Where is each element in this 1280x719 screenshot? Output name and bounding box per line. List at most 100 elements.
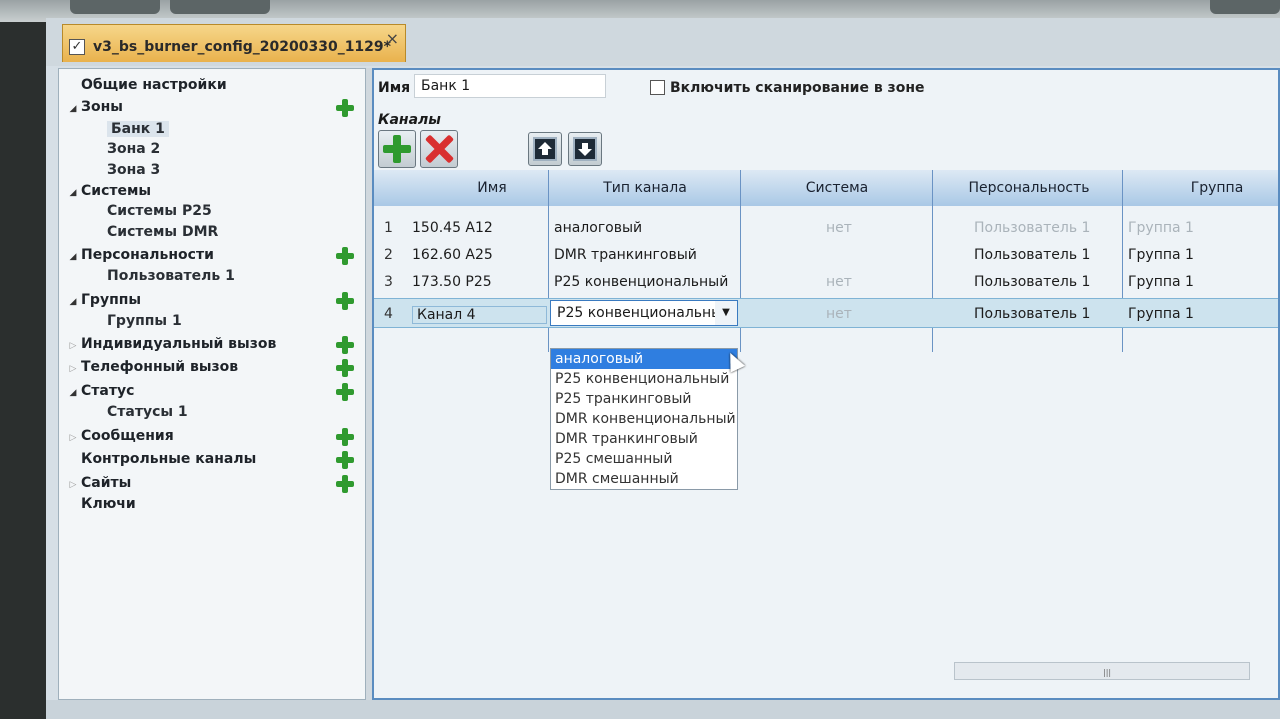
collapse-arrow-icon[interactable]: ◢ <box>65 297 81 307</box>
cell-group[interactable]: Группа 1 <box>1128 220 1194 236</box>
plus-icon[interactable] <box>335 98 355 118</box>
collapse-arrow-icon[interactable]: ◢ <box>65 388 81 398</box>
document-tab-bar: ✓ v3_bs_burner_config_20200330_1129* × <box>46 18 1280 66</box>
plus-icon[interactable] <box>335 291 355 311</box>
tree-node[interactable]: ▷ Телефонный вызов <box>65 359 239 379</box>
zone-editor-panel: Имя Банк 1 Включить сканирование в зоне … <box>372 68 1280 700</box>
chevron-down-icon[interactable]: ▼ <box>715 301 737 325</box>
move-down-button[interactable] <box>568 132 602 166</box>
cell-name[interactable]: Канал 4 <box>412 306 547 324</box>
tree-node[interactable]: ▷ Сайты <box>65 475 132 495</box>
scan-checkbox-label: Включить сканирование в зоне <box>670 80 925 96</box>
scrollbar-grip-icon[interactable]: ||| <box>1103 668 1111 677</box>
dropdown-option[interactable]: аналоговый <box>551 349 737 369</box>
horizontal-scrollbar[interactable]: ||| <box>954 662 1250 680</box>
tree-node[interactable]: ▷ Индивидуальный вызов <box>65 336 277 356</box>
column-header-type[interactable]: Тип канала <box>550 180 740 196</box>
expand-arrow-icon[interactable]: ▷ <box>65 433 81 443</box>
tree-child-node[interactable]: Статусы 1 <box>107 404 188 424</box>
collapse-arrow-icon[interactable]: ◢ <box>65 188 81 198</box>
tree-child-node[interactable]: Пользователь 1 <box>107 268 235 288</box>
cell-personality[interactable]: Пользователь 1 <box>974 274 1090 290</box>
plus-icon[interactable] <box>335 335 355 355</box>
collapse-arrow-icon[interactable]: ◢ <box>65 252 81 262</box>
plus-icon[interactable] <box>335 358 355 378</box>
collapse-arrow-icon[interactable]: ◢ <box>65 104 81 114</box>
document-tab[interactable]: ✓ v3_bs_burner_config_20200330_1129* × <box>62 24 406 62</box>
plus-icon[interactable] <box>335 382 355 402</box>
channels-grid: Имя Тип канала Система Персональность Гр… <box>374 170 1278 360</box>
dropdown-option[interactable]: P25 смешанный <box>551 449 737 469</box>
column-header-group[interactable]: Группа <box>1124 180 1280 196</box>
cell-name[interactable]: 150.45 A12 <box>412 220 493 236</box>
tree-node[interactable]: ▷ Сообщения <box>65 428 174 448</box>
cell-type[interactable]: P25 конвенциональный <box>554 274 728 290</box>
cell-personality[interactable]: Пользователь 1 <box>974 247 1090 263</box>
window-control[interactable] <box>1210 0 1280 14</box>
tree-child-node[interactable]: Зона 2 <box>107 141 160 161</box>
cell-group[interactable]: Группа 1 <box>1128 306 1194 322</box>
tree-node[interactable]: ◢ Группы <box>65 292 142 312</box>
cell-type[interactable]: аналоговый <box>554 220 642 236</box>
table-row[interactable]: 1 150.45 A12 аналоговый нет Пользователь… <box>374 216 1278 242</box>
dropdown-option[interactable]: P25 конвенциональный <box>551 369 737 389</box>
plus-icon[interactable] <box>335 474 355 494</box>
table-row-selected[interactable]: 4 Канал 4 P25 конвенциональнь ▼ нет Поль… <box>374 298 1278 328</box>
row-number: 1 <box>384 220 393 236</box>
grid-header: Имя Тип канала Система Персональность Гр… <box>374 170 1278 206</box>
cell-personality[interactable]: Пользователь 1 <box>974 220 1090 236</box>
tree-node[interactable]: ◢ Системы <box>65 183 152 203</box>
dropdown-option[interactable]: DMR транкинговый <box>551 429 737 449</box>
tree-node[interactable]: Ключи <box>65 496 136 516</box>
tree-node[interactable]: ◢ Зоны <box>65 99 123 119</box>
tree-child-node[interactable]: Группы 1 <box>107 313 182 333</box>
zone-name-input[interactable]: Банк 1 <box>414 74 606 98</box>
table-row[interactable]: 3 173.50 P25 P25 конвенциональный нет По… <box>374 270 1278 296</box>
delete-channel-button[interactable] <box>420 130 458 168</box>
cell-system[interactable]: нет <box>826 220 852 236</box>
column-header-personality[interactable]: Персональность <box>934 180 1124 196</box>
tree-child-node[interactable]: Системы P25 <box>107 203 212 223</box>
cell-system[interactable]: нет <box>826 274 852 290</box>
toolbar-icon[interactable] <box>170 0 270 14</box>
channels-label: Каналы <box>378 112 441 128</box>
toolbar-icon[interactable] <box>70 0 160 14</box>
column-header-name[interactable]: Имя <box>432 180 552 196</box>
move-up-button[interactable] <box>528 132 562 166</box>
dropdown-option[interactable]: DMR конвенциональный <box>551 409 737 429</box>
scan-checkbox[interactable] <box>650 80 665 95</box>
dropdown-option[interactable]: DMR смешанный <box>551 469 737 489</box>
table-row[interactable]: 2 162.60 A25 DMR транкинговый Пользовате… <box>374 243 1278 269</box>
plus-icon[interactable] <box>335 450 355 470</box>
dropdown-option[interactable]: P25 транкинговый <box>551 389 737 409</box>
tree-node-label: Статусы 1 <box>107 404 188 420</box>
cell-name[interactable]: 173.50 P25 <box>412 274 492 290</box>
expand-arrow-icon[interactable]: ▷ <box>65 341 81 351</box>
tree-node[interactable]: Контрольные каналы <box>65 451 256 471</box>
cell-system[interactable]: нет <box>826 306 852 322</box>
expand-arrow-icon[interactable]: ▷ <box>65 480 81 490</box>
row-number: 2 <box>384 247 393 263</box>
tree-node-label: Группы 1 <box>107 313 182 329</box>
tree-node-label: Банк 1 <box>107 121 169 137</box>
column-header-system[interactable]: Система <box>742 180 932 196</box>
plus-icon[interactable] <box>335 427 355 447</box>
cell-personality[interactable]: Пользователь 1 <box>974 306 1090 322</box>
tree-node[interactable]: ◢ Персональности <box>65 247 214 267</box>
tree-node[interactable]: Общие настройки <box>65 77 227 97</box>
cell-group[interactable]: Группа 1 <box>1128 247 1194 263</box>
add-channel-button[interactable] <box>378 130 416 168</box>
close-icon[interactable]: × <box>386 29 399 48</box>
tree-child-node[interactable]: Системы DMR <box>107 224 218 244</box>
channel-type-select[interactable]: P25 конвенциональнь ▼ <box>550 300 738 326</box>
cell-type[interactable]: DMR транкинговый <box>554 247 697 263</box>
tree-node[interactable]: ◢ Статус <box>65 383 135 403</box>
tree-child-node[interactable]: Зона 3 <box>107 162 160 182</box>
cell-group[interactable]: Группа 1 <box>1128 274 1194 290</box>
tree-node-label: Зоны <box>81 99 123 115</box>
cell-name[interactable]: 162.60 A25 <box>412 247 493 263</box>
plus-icon[interactable] <box>335 246 355 266</box>
expand-arrow-icon[interactable]: ▷ <box>65 364 81 374</box>
tree-child-node[interactable]: Банк 1 <box>107 121 169 141</box>
status-bar <box>46 700 1280 719</box>
